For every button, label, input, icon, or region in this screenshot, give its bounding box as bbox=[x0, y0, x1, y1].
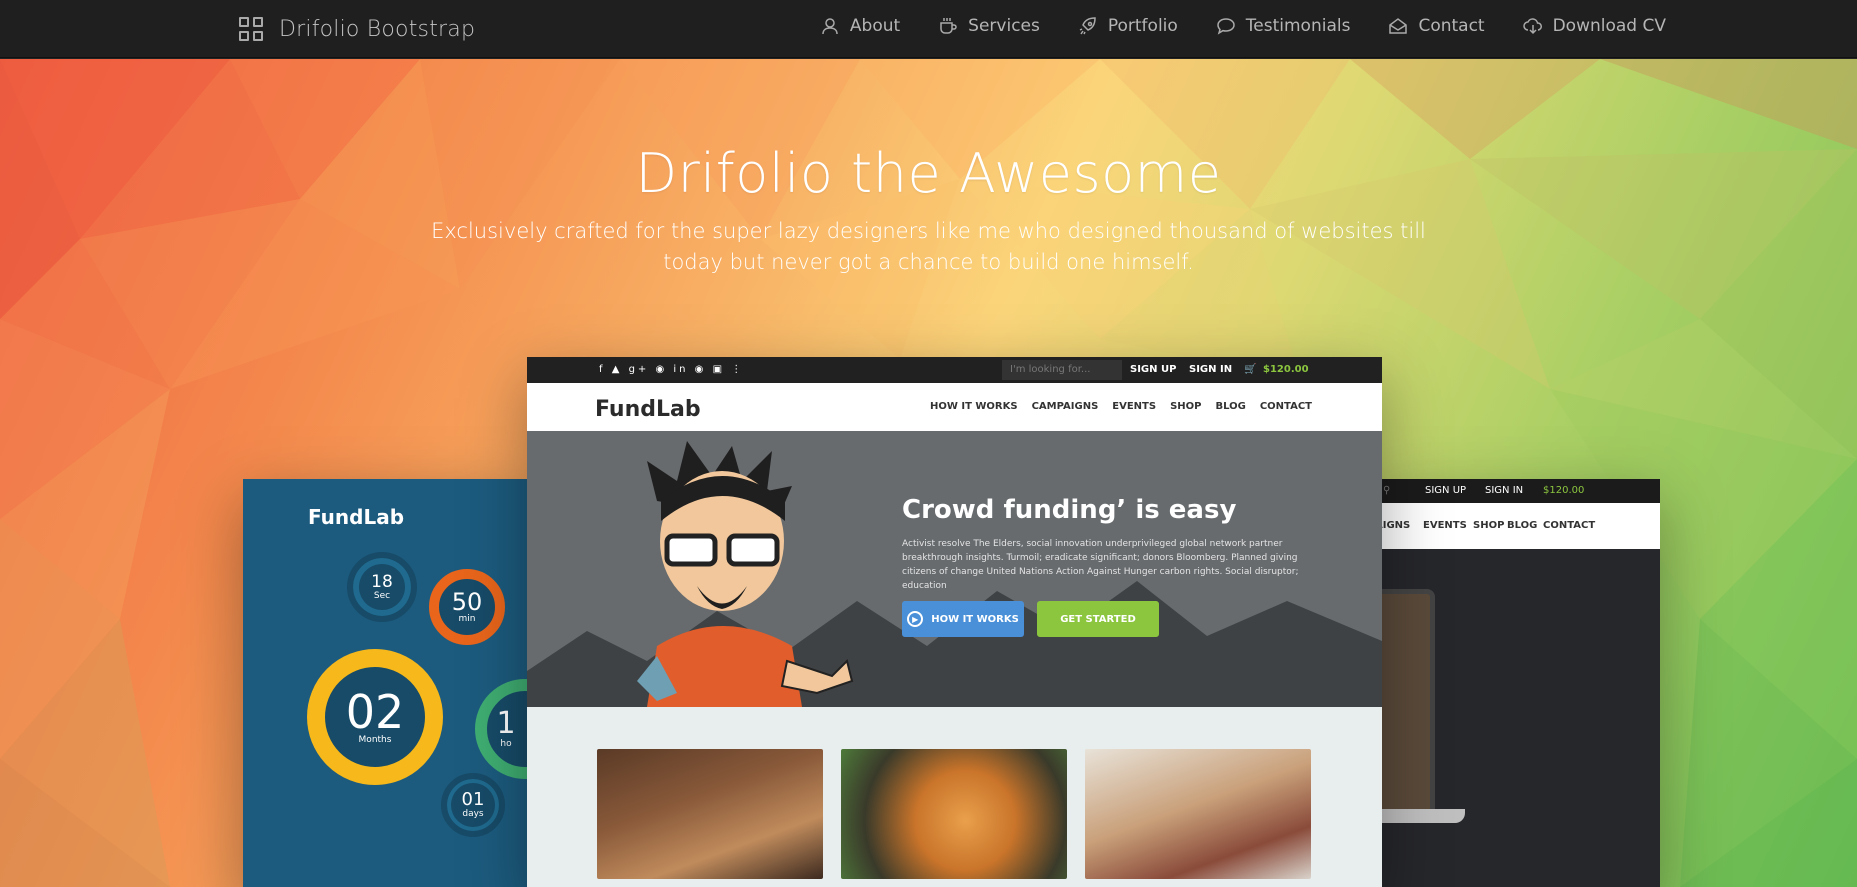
cart-icon[interactable]: 🛒 bbox=[1244, 364, 1256, 375]
nav-item-services[interactable]: Services bbox=[938, 16, 1040, 36]
counter-minutes: 50 min bbox=[429, 569, 505, 645]
how-it-works-button[interactable]: ▶ HOW IT WORKS bbox=[902, 601, 1024, 637]
laptop-base bbox=[1375, 809, 1465, 823]
counter-seconds: 18 Sec bbox=[347, 552, 417, 622]
menu-item[interactable]: BLOG bbox=[1215, 401, 1245, 412]
laptop-illustration bbox=[1375, 589, 1435, 819]
mockup-main-paragraph: Activist resolve The Elders, social inno… bbox=[902, 539, 1299, 591]
mockup-main-topbar: f ▲ g+ ◉ in ◉ ▣ ⋮ I'm looking for... SIG… bbox=[527, 357, 1382, 383]
nav-label: Services bbox=[968, 16, 1040, 36]
speech-bubble-icon bbox=[1216, 16, 1236, 36]
nav-item-about[interactable]: About bbox=[820, 16, 900, 36]
brand-link[interactable]: Drifolio Bootstrap bbox=[239, 12, 475, 46]
envelope-icon bbox=[1388, 16, 1408, 36]
menu-item[interactable]: SHOP bbox=[1170, 401, 1201, 412]
mockup-main-logo[interactable]: FundLab bbox=[595, 397, 701, 422]
mockup-main-headline: Crowd funding’ is easy bbox=[902, 495, 1237, 525]
mockup-right-topbar: ⚲ SIGN UP SIGN IN $120.00 bbox=[1375, 479, 1660, 503]
search-icon: ⚲ bbox=[1383, 485, 1391, 496]
signin-link[interactable]: SIGN IN bbox=[1485, 485, 1523, 496]
counter-value: 1 bbox=[496, 706, 516, 741]
counter-days: 01 days bbox=[441, 773, 505, 837]
signin-link[interactable]: SIGN IN bbox=[1189, 364, 1232, 375]
menu-item[interactable]: EVENTS bbox=[1112, 401, 1156, 412]
counter-unit: days bbox=[462, 809, 484, 819]
nav-item-download-cv[interactable]: Download CV bbox=[1522, 16, 1666, 36]
mockup-main-hero: Crowd funding’ is easy Activist resolve … bbox=[527, 431, 1382, 707]
mockup-main-nav: FundLab HOW IT WORKS CAMPAIGNS EVENTS SH… bbox=[527, 383, 1382, 431]
mockup-left-countdown: FundLab 18 Sec 50 min 02 Months 1 ho 01 … bbox=[243, 479, 528, 887]
counter-unit: Sec bbox=[373, 590, 391, 601]
nav-item-testimonials[interactable]: Testimonials bbox=[1216, 16, 1351, 36]
counter-unit: min bbox=[458, 614, 476, 624]
counter-unit: ho bbox=[500, 739, 512, 749]
menu-item[interactable]: BLOG bbox=[1507, 520, 1537, 531]
counter-value: 50 bbox=[451, 588, 483, 616]
brand-name: Drifolio Bootstrap bbox=[279, 16, 476, 42]
coffee-cup-icon bbox=[938, 16, 958, 36]
menu-item[interactable]: EVENTS bbox=[1423, 520, 1467, 531]
user-icon bbox=[820, 16, 840, 36]
menu-item[interactable]: CAMPAIGNS bbox=[1032, 401, 1099, 412]
mockup-right-menu: AIGNS EVENTS SHOP BLOG CONTACT bbox=[1375, 503, 1660, 549]
button-label: GET STARTED bbox=[1060, 613, 1136, 625]
play-icon: ▶ bbox=[907, 611, 924, 627]
counter-value: 01 bbox=[461, 789, 485, 810]
hero-section: Drifolio the Awesome Exclusively crafted… bbox=[0, 59, 1857, 887]
grid-icon bbox=[239, 17, 263, 41]
cart-total[interactable]: $120.00 bbox=[1263, 364, 1309, 375]
counter-months: 02 Months bbox=[307, 649, 443, 785]
nav-item-portfolio[interactable]: Portfolio bbox=[1078, 16, 1178, 36]
mockup-right-dark: ⚲ SIGN UP SIGN IN $120.00 AIGNS EVENTS S… bbox=[1375, 479, 1660, 887]
nav-label: Contact bbox=[1418, 16, 1485, 36]
cart-total[interactable]: $120.00 bbox=[1543, 485, 1584, 496]
menu-item[interactable]: CONTACT bbox=[1543, 520, 1595, 531]
mockup-left-logo: FundLab bbox=[308, 505, 405, 529]
nav-label: Download CV bbox=[1552, 16, 1666, 36]
nav-item-contact[interactable]: Contact bbox=[1388, 16, 1485, 36]
rocket-icon bbox=[1078, 16, 1098, 36]
mockup-main-fundlab: f ▲ g+ ◉ in ◉ ▣ ⋮ I'm looking for... SIG… bbox=[527, 357, 1382, 887]
menu-item[interactable]: CONTACT bbox=[1260, 401, 1312, 412]
campaign-card-tiger[interactable] bbox=[841, 749, 1067, 879]
mockup-main-menu: HOW IT WORKS CAMPAIGNS EVENTS SHOP BLOG … bbox=[916, 401, 1312, 412]
counter-unit: Months bbox=[358, 735, 392, 745]
search-field[interactable]: I'm looking for... bbox=[1002, 360, 1122, 380]
hero-subtitle: Exclusively crafted for the super lazy d… bbox=[431, 219, 1426, 274]
counter-value: 18 bbox=[371, 571, 393, 592]
nav-label: Testimonials bbox=[1245, 16, 1351, 36]
navbar: Drifolio Bootstrap About Services Portfo… bbox=[0, 0, 1857, 58]
menu-item[interactable]: HOW IT WORKS bbox=[930, 401, 1018, 412]
signup-link[interactable]: SIGN UP bbox=[1425, 485, 1466, 496]
main-nav: About Services Portfolio Testimonials Co… bbox=[820, 0, 1666, 52]
campaign-card-children[interactable] bbox=[597, 749, 823, 879]
get-started-button[interactable]: GET STARTED bbox=[1037, 601, 1159, 637]
campaign-card-girl[interactable] bbox=[1085, 749, 1311, 879]
cloud-download-icon bbox=[1522, 16, 1543, 36]
cartoon-character-illustration bbox=[637, 441, 854, 707]
nav-label: About bbox=[849, 16, 901, 36]
signup-link[interactable]: SIGN UP bbox=[1130, 364, 1176, 375]
hero-title: Drifolio the Awesome bbox=[635, 142, 1222, 205]
nav-label: Portfolio bbox=[1107, 16, 1178, 36]
social-icons: f ▲ g+ ◉ in ◉ ▣ ⋮ bbox=[599, 364, 745, 375]
button-label: HOW IT WORKS bbox=[931, 613, 1019, 625]
counter-value: 02 bbox=[345, 685, 405, 739]
counter-hours: 1 ho bbox=[475, 679, 528, 779]
menu-item[interactable]: SHOP bbox=[1473, 520, 1504, 531]
